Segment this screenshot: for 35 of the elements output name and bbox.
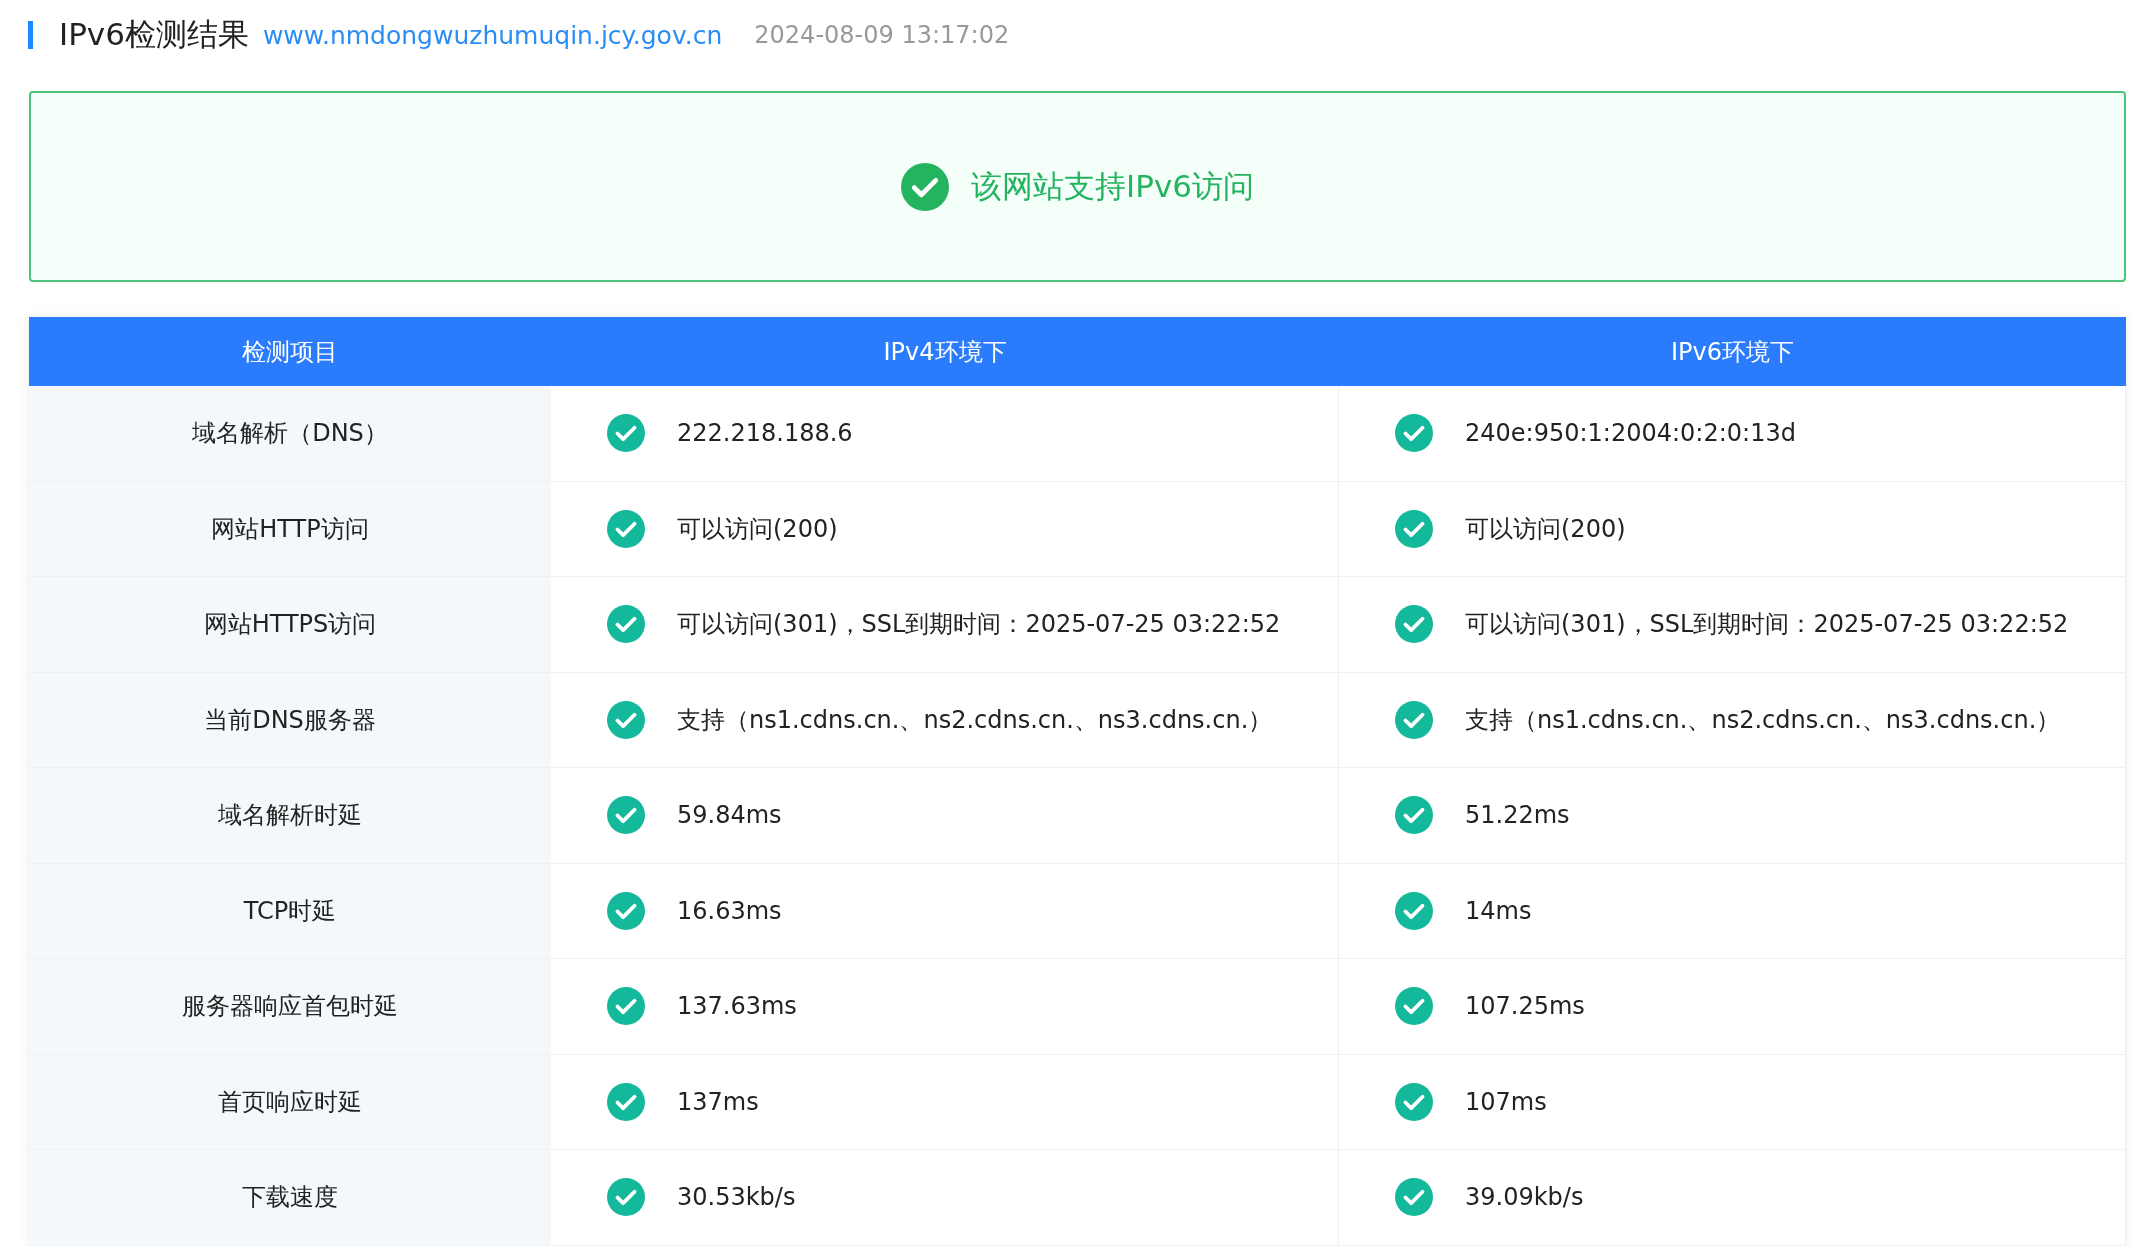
result-value: 59.84ms: [677, 801, 782, 830]
result-value: 39.09kb/s: [1465, 1183, 1584, 1212]
column-header: 检测项目: [241, 336, 339, 368]
result-value: 240e:950:1:2004:0:2:0:13d: [1465, 419, 1796, 448]
title-accent-bar: [28, 21, 33, 49]
item-cell: 服务器响应首包时延: [29, 959, 551, 1054]
result-value: 可以访问(200): [677, 513, 838, 545]
timestamp: 2024-08-09 13:17:02: [754, 21, 1010, 49]
item-cell: 域名解析时延: [29, 768, 551, 863]
result-value: 30.53kb/s: [677, 1183, 796, 1212]
result-value: 222.218.188.6: [677, 419, 853, 448]
page-title: IPv6检测结果: [59, 15, 249, 54]
result-message: 该网站支持IPv6访问: [971, 166, 1254, 206]
item-cell: 网站HTTPS访问: [29, 577, 551, 672]
item-cell: 网站HTTP访问: [29, 481, 551, 576]
item-cell: 下载速度: [29, 1150, 551, 1245]
column-header: IPv6环境下: [1670, 336, 1795, 368]
result-value: 137ms: [677, 1087, 759, 1116]
item-cell: TCP时延: [29, 863, 551, 958]
result-value: 107ms: [1465, 1087, 1547, 1116]
result-value: 支持（ns1.cdns.cn.、ns2.cdns.cn.、ns3.cdns.cn.）: [1465, 704, 2061, 736]
site-link[interactable]: www.nmdongwuzhumuqin.jcy.gov.cn: [262, 20, 723, 50]
result-value: 可以访问(200): [1465, 513, 1626, 545]
result-value: 107.25ms: [1465, 992, 1585, 1021]
result-value: 137.63ms: [677, 992, 797, 1021]
result-value: 14ms: [1465, 896, 1532, 925]
column-header: IPv4环境下: [882, 336, 1008, 368]
item-cell: 首页响应时延: [29, 1054, 551, 1149]
result-value: 可以访问(301)，SSL到期时间：2025-07-25 03:22:52: [677, 609, 1281, 641]
result-value: 可以访问(301)，SSL到期时间：2025-07-25 03:22:52: [1465, 609, 2069, 641]
result-value: 51.22ms: [1465, 801, 1570, 830]
item-cell: 域名解析（DNS）: [29, 386, 551, 481]
result-value: 支持（ns1.cdns.cn.、ns2.cdns.cn.、ns3.cdns.cn.）: [677, 704, 1273, 736]
item-cell: 当前DNS服务器: [29, 672, 551, 767]
result-value: 16.63ms: [677, 896, 782, 925]
